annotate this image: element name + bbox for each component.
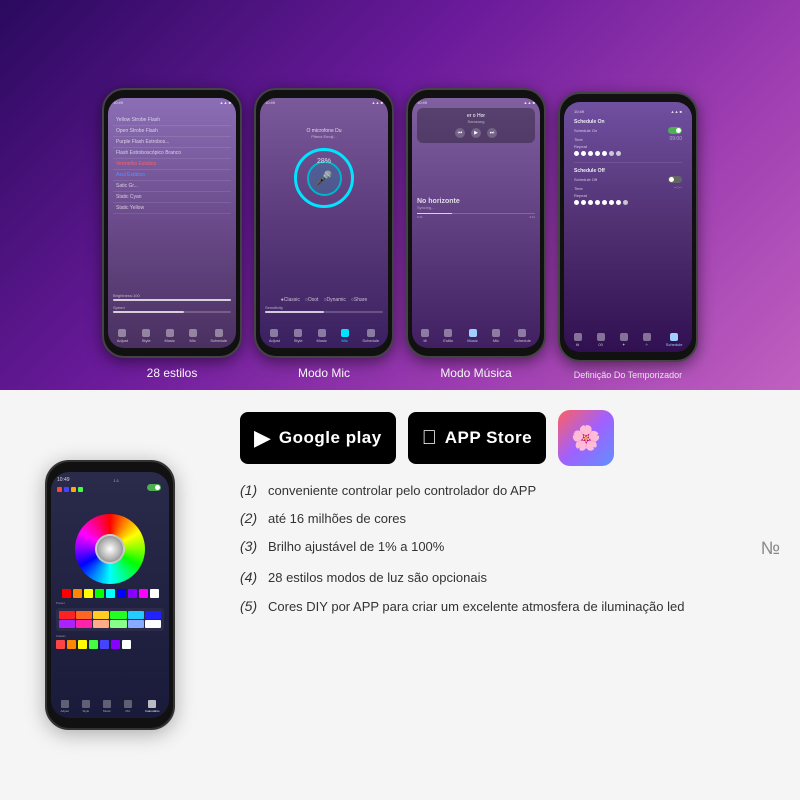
feature-4-number: (4) [240,569,262,585]
play-btn[interactable]: ▶ [471,128,481,138]
mic-icon: 🎤 [315,170,332,187]
phone-2-frame: 10:49 ▲▲ ■ O microfone Du Pitens Emoji..… [254,88,394,358]
feature-2-text: até 16 milhões de cores [268,510,406,528]
feature-1-text: conveniente controlar pelo controlador d… [268,482,536,500]
phone-2-label: Modo Mic [298,366,350,380]
store-buttons: ▶ Google play  APP Store 🌸 [240,410,780,466]
phone-1-frame: 10:49 ▲▲ ■ Yellow Strobe Flash Open Stro… [102,88,242,358]
preset-yellow[interactable] [84,589,93,598]
lotus-icon: 🌸 [571,424,601,453]
phone-1-nav: Adjust Style Music Mic Schedule [108,329,236,343]
phone-2-screen: 10:49 ▲▲ ■ O microfone Du Pitens Emoji..… [260,98,388,348]
feature-item-1: (1) conveniente controlar pelo controlad… [240,482,780,500]
top-section: 10:49 ▲▲ ■ Yellow Strobe Flash Open Stro… [0,0,800,390]
bottom-phone-time: 10:49 [57,477,70,483]
feature-3-text: Brilho ajustável de 1% a 100% [268,538,444,556]
feature-4-text: 28 estilos modos de luz são opcionais [268,569,487,587]
preset-purple[interactable] [128,589,137,598]
feature-3-number: (3) [240,538,262,554]
app-store-label: APP Store [445,428,532,448]
apple-icon:  [422,427,437,450]
bottom-phone-nav: Adjust Style Music Mic Calendário [51,700,169,713]
phone-1-container: 10:49 ▲▲ ■ Yellow Strobe Flash Open Stro… [102,88,242,380]
bottom-phone-toggle[interactable] [147,484,161,491]
phone-4-nav: tit 00 ✦ ✧ Schedule [564,333,692,347]
phone-2-container: 10:49 ▲▲ ■ O microfone Du Pitens Emoji..… [254,88,394,380]
mic-mode-row: ●Classic○Osot○Dynamic○Share [263,297,385,303]
mic-circle: 🎤 [294,148,354,208]
music-player: er o Hor Samsung ⏮ ▶ ⏭ [417,108,535,143]
music-controls: ⏮ ▶ ⏭ [422,128,530,138]
feature-item-4: (4) 28 estilos modos de luz são opcionai… [240,569,780,587]
schedule-off-section: Schedule Off Schedule Off Time --:-- Rep… [574,168,682,205]
bottom-left: 10:49 1:1 [0,390,220,800]
preset-red[interactable] [62,589,71,598]
google-play-button[interactable]: ▶ Google play [240,412,396,464]
schedule-on-section: Schedule On Schedule On Time 09:00 Repea… [574,119,682,156]
google-play-icon: ▶ [254,425,271,451]
menu-item: Flash Estroboscópico Branco [113,148,231,159]
bottom-right: ▶ Google play  APP Store 🌸 (1) convenie… [220,390,800,800]
menu-item: Satic Gr... [113,181,231,192]
phones-row: 10:49 ▲▲ ■ Yellow Strobe Flash Open Stro… [102,20,698,380]
preset-cyan[interactable] [106,589,115,598]
mic-inner: 🎤 [307,161,342,196]
bottom-section: 10:49 1:1 [0,390,800,800]
menu-item: Open Strobe Flash [113,126,231,137]
feature-item-5: (5) Cores DIY por APP para criar um exce… [240,598,780,616]
menu-item: Static Cyan [113,192,231,203]
bottom-phone-frame: 10:49 1:1 [45,460,175,730]
preset-green[interactable] [95,589,104,598]
preset-colors [56,589,164,598]
feature-1-number: (1) [240,482,262,498]
phone-4-label: Definição Do Temporizador [574,370,682,380]
bottom-phone-screen: 10:49 1:1 [51,472,169,718]
percent-icon: № [761,538,780,559]
phone-3-screen: 10:49 ▲▲ ■ er o Hor Samsung ⏮ ▶ ⏭ No hor [412,98,540,348]
google-play-label: Google play [279,428,382,448]
menu-item-red: Vermelho Estático [113,159,231,170]
phone-4-screen: 10:49 ▲▲ ■ Schedule On Schedule On Time [564,102,692,352]
app-store-button[interactable]:  APP Store [408,412,546,464]
prev-btn[interactable]: ⏮ [455,128,465,138]
menu-item: Yellow Strobe Flash [113,115,231,126]
phone-3-frame: 10:49 ▲▲ ■ er o Hor Samsung ⏮ ▶ ⏭ No hor [406,88,546,358]
preset-white[interactable] [150,589,159,598]
feature-list: (1) conveniente controlar pelo controlad… [240,482,780,616]
feature-2-number: (2) [240,510,262,526]
preset-orange[interactable] [73,589,82,598]
phone-3-label: Modo Música [440,366,511,380]
mic-percent: 28% [317,158,331,165]
color-wheel[interactable] [75,514,145,584]
phone-4-frame: 10:49 ▲▲ ■ Schedule On Schedule On Time [558,92,698,362]
phone-3-container: 10:49 ▲▲ ■ er o Hor Samsung ⏮ ▶ ⏭ No hor [406,88,546,380]
song-artist: Samsung [422,119,530,124]
menu-item: Purple Flash Estrobos... [113,137,231,148]
feature-item-2: (2) até 16 milhões de cores [240,510,780,528]
toggle-on[interactable] [668,127,682,134]
next-btn[interactable]: ⏭ [487,128,497,138]
phone-3-nav: tit Estilo Music Mic Schedule [412,329,540,343]
bottom-phone-topbar: 10:49 1:1 [51,472,169,485]
color-grid [56,608,164,631]
feature-5-text: Cores DIY por APP para criar um excelent… [268,598,684,616]
app-icon: 🌸 [558,410,614,466]
phone-1-screen: 10:49 ▲▲ ■ Yellow Strobe Flash Open Stro… [108,98,236,348]
menu-item-blue: Azul Estático [113,170,231,181]
toggle-off[interactable] [668,176,682,183]
preset-blue[interactable] [117,589,126,598]
color-wheel-inner [95,534,125,564]
phone-1-label: 28 estilos [147,366,198,380]
feature-item-3: (3) Brilho ajustável de 1% a 100% № [240,538,780,559]
phone-2-nav: Adjust Style Music Mic Schedule [260,329,388,343]
menu-item: Static Yellow [113,203,231,214]
feature-5-number: (5) [240,598,262,614]
phone-4-container: 10:49 ▲▲ ■ Schedule On Schedule On Time [558,92,698,380]
preset-magenta[interactable] [139,589,148,598]
